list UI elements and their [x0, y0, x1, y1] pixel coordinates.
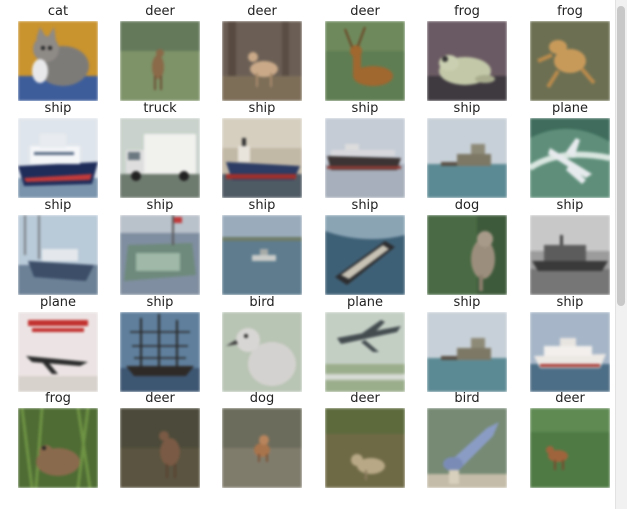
- image-grid: cat deer deer deer frog frog ship truck …: [0, 0, 615, 509]
- image-label: ship: [453, 101, 481, 116]
- image-label: frog: [557, 4, 583, 19]
- image-label: ship: [556, 295, 584, 310]
- image-label: deer: [555, 391, 585, 406]
- image-thumbnail: [18, 118, 98, 198]
- image-label: ship: [248, 198, 276, 213]
- image-thumbnail: [325, 118, 405, 198]
- image-thumbnail: [427, 215, 507, 295]
- image-thumbnail: [120, 312, 200, 392]
- image-thumbnail: [427, 21, 507, 101]
- image-thumbnail: [222, 21, 302, 101]
- image-label: frog: [454, 4, 480, 19]
- image-thumbnail: [530, 312, 610, 392]
- image-thumbnail: [530, 118, 610, 198]
- image-thumbnail: [18, 408, 98, 488]
- image-thumbnail: [530, 215, 610, 295]
- image-label: dog: [249, 391, 275, 406]
- image-thumbnail: [120, 21, 200, 101]
- image-thumbnail: [120, 215, 200, 295]
- image-label: bird: [454, 391, 480, 406]
- image-thumbnail: [120, 408, 200, 488]
- image-thumbnail: [222, 312, 302, 392]
- image-thumbnail: [325, 21, 405, 101]
- image-thumbnail: [325, 408, 405, 488]
- image-thumbnail: [325, 215, 405, 295]
- image-thumbnail: [427, 312, 507, 392]
- image-thumbnail: [222, 408, 302, 488]
- image-label: ship: [453, 295, 481, 310]
- image-label: dog: [454, 198, 480, 213]
- image-thumbnail: [325, 312, 405, 392]
- scrollbar-thumb[interactable]: [617, 6, 625, 306]
- image-thumbnail: [18, 312, 98, 392]
- image-thumbnail: [530, 21, 610, 101]
- image-thumbnail: [18, 215, 98, 295]
- image-thumbnail: [222, 118, 302, 198]
- image-label: ship: [556, 198, 584, 213]
- image-label: bird: [249, 295, 275, 310]
- image-label: deer: [247, 4, 277, 19]
- image-thumbnail: [530, 408, 610, 488]
- image-thumbnail: [18, 21, 98, 101]
- image-thumbnail: [427, 118, 507, 198]
- image-thumbnail: [222, 215, 302, 295]
- image-label: plane: [551, 101, 589, 116]
- image-label: ship: [248, 101, 276, 116]
- image-thumbnail: [120, 118, 200, 198]
- image-thumbnail: [427, 408, 507, 488]
